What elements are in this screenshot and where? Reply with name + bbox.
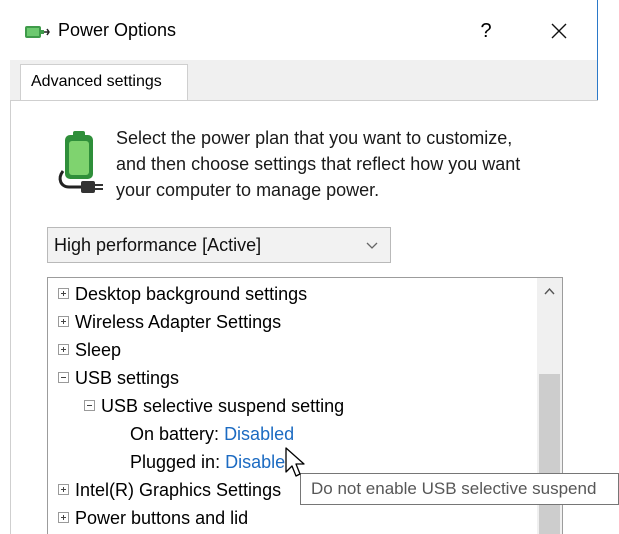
close-icon (551, 23, 567, 39)
power-options-icon (25, 26, 50, 38)
collapse-icon[interactable] (84, 399, 95, 411)
scroll-thumb[interactable] (539, 374, 560, 534)
tree-item-intel-graphics[interactable]: Intel(R) Graphics Settings (58, 476, 281, 504)
window-title: Power Options (58, 20, 177, 40)
intro-line: your computer to manage power. (116, 180, 380, 200)
tree-item-plugged-in: Plugged in: Disabled (130, 448, 295, 476)
power-plan-value: High performance [Active] (54, 235, 262, 255)
expand-icon[interactable] (58, 511, 69, 523)
collapse-icon[interactable] (58, 371, 69, 383)
battery-plug-icon (58, 131, 103, 193)
tree-item-on-battery: On battery: Disabled (130, 420, 294, 448)
tree-item-usb-selective-suspend[interactable]: USB selective suspend setting (84, 392, 344, 420)
help-button[interactable]: ? (468, 14, 504, 48)
tooltip: Do not enable USB selective suspend (300, 473, 619, 505)
scroll-up-button[interactable] (537, 278, 562, 306)
tree-item-label: Desktop background settings (75, 284, 308, 304)
tree-item-power-buttons[interactable]: Power buttons and lid (58, 504, 248, 532)
tree-item-wireless-adapter[interactable]: Wireless Adapter Settings (58, 308, 281, 336)
tree-item-label: Wireless Adapter Settings (75, 312, 282, 332)
mouse-cursor-icon (285, 447, 305, 477)
tab-advanced-settings[interactable]: Advanced settings (20, 64, 188, 100)
chevron-up-icon (544, 287, 555, 295)
tree-item-sleep[interactable]: Sleep (58, 336, 121, 364)
on-battery-value-link[interactable]: Disabled (224, 424, 294, 444)
tab-strip: Advanced settings (10, 60, 597, 100)
tree-item-desktop-background[interactable]: Desktop background settings (58, 280, 307, 308)
expand-icon[interactable] (58, 287, 69, 299)
setting-label: Plugged in: (130, 452, 221, 472)
chevron-down-icon (366, 242, 378, 249)
tree-item-usb-settings[interactable]: USB settings (58, 364, 179, 392)
expand-icon[interactable] (58, 315, 69, 327)
title-bar[interactable]: Power Options ? (0, 0, 597, 60)
tree-item-label: Power buttons and lid (75, 508, 249, 528)
expand-icon[interactable] (58, 343, 69, 355)
close-button[interactable] (536, 14, 582, 48)
tree-item-label: USB settings (75, 368, 180, 388)
intro-text: Select the power plan that you want to c… (116, 125, 586, 203)
tree-item-label: Intel(R) Graphics Settings (75, 480, 282, 500)
intro-line: Select the power plan that you want to c… (116, 128, 513, 148)
power-plan-select[interactable]: High performance [Active] (47, 227, 391, 263)
setting-label: On battery: (130, 424, 220, 444)
tree-item-label: USB selective suspend setting (101, 396, 345, 416)
expand-icon[interactable] (58, 483, 69, 495)
intro-line: and then choose settings that reflect ho… (116, 154, 521, 174)
tree-item-label: Sleep (75, 340, 122, 360)
